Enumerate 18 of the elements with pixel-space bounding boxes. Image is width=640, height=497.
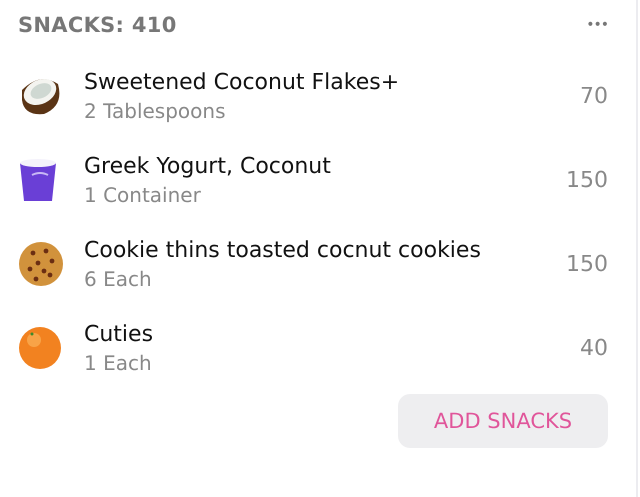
cookie-icon (18, 241, 64, 287)
food-name: Sweetened Coconut Flakes+ (84, 70, 400, 94)
calories: 40 (580, 336, 608, 360)
add-snacks-button[interactable]: ADD SNACKS (398, 394, 608, 448)
section-title: SNACKS: 410 (18, 13, 177, 37)
serving-size: 1 Container (84, 182, 202, 206)
citrus-fruit-icon (18, 326, 62, 370)
serving-size: 1 Each (84, 350, 153, 374)
serving-size: 6 Each (84, 266, 153, 290)
food-name: Greek Yogurt, Coconut (84, 154, 332, 178)
calories: 150 (566, 252, 608, 276)
calories: 150 (566, 168, 608, 192)
food-name: Cuties (84, 322, 154, 346)
serving-size: 2 Tablespoons (84, 98, 226, 122)
more-menu-button[interactable]: ••• (586, 17, 608, 33)
yogurt-cup-icon (18, 157, 58, 203)
calories: 70 (580, 84, 608, 108)
food-name: Cookie thins toasted cocnut cookies (84, 238, 482, 262)
